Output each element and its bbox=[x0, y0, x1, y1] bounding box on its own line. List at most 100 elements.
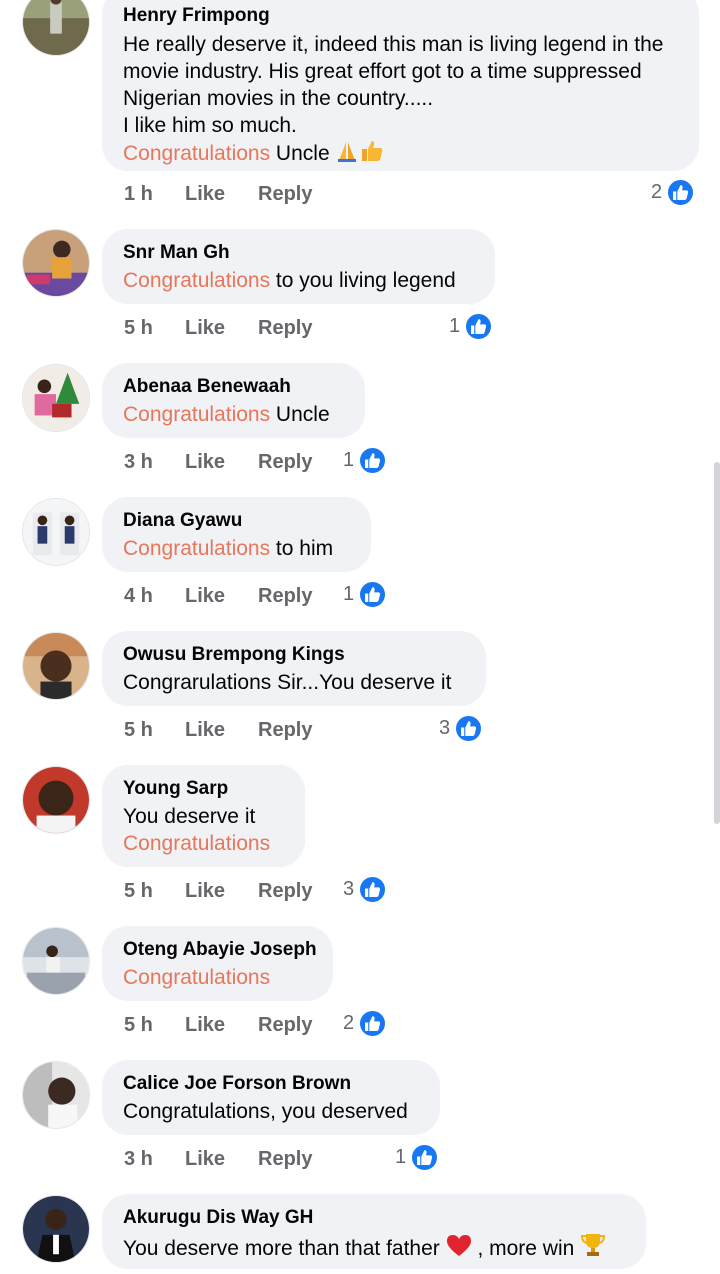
like-reaction-icon bbox=[358, 445, 388, 475]
keyword-congratulations: Congratulations bbox=[123, 537, 271, 560]
comment-bubble: Oteng Abayie Joseph Congratulations bbox=[102, 926, 333, 1001]
avatar[interactable] bbox=[22, 0, 90, 56]
comment-text: to you living legend bbox=[270, 269, 456, 292]
reply-link[interactable]: Reply bbox=[258, 447, 312, 477]
comment-author[interactable]: Akurugu Dis Way GH bbox=[123, 1206, 625, 1230]
comment-text-line: movie industry. His great effort got to … bbox=[123, 60, 642, 83]
reaction-summary[interactable]: 3 bbox=[343, 874, 388, 904]
comment-text-line: You deserve more than that father , more… bbox=[123, 1232, 625, 1265]
comment-text: Congratulations, you deserved bbox=[123, 1100, 408, 1123]
comment-bubble: Calice Joe Forson Brown Congratulations,… bbox=[102, 1060, 440, 1135]
comment-bubble: Henry Frimpong He really deserve it, ind… bbox=[102, 0, 699, 171]
reply-link[interactable]: Reply bbox=[258, 1144, 312, 1174]
reaction-summary[interactable]: 1 bbox=[395, 1142, 440, 1172]
trophy-emoji bbox=[580, 1232, 606, 1265]
comment-text: Uncle bbox=[270, 403, 330, 426]
like-link[interactable]: Like bbox=[185, 715, 225, 745]
like-link[interactable]: Like bbox=[185, 179, 225, 209]
like-reaction-icon bbox=[358, 579, 388, 609]
red-heart-emoji bbox=[446, 1234, 472, 1265]
comment-text: You deserve more than that father bbox=[123, 1237, 440, 1260]
reaction-count: 3 bbox=[343, 878, 355, 900]
like-link[interactable]: Like bbox=[185, 447, 225, 477]
folded-hands-emoji bbox=[335, 139, 359, 170]
avatar[interactable] bbox=[22, 1061, 90, 1129]
avatar[interactable] bbox=[22, 364, 90, 432]
avatar[interactable] bbox=[22, 632, 90, 700]
avatar[interactable] bbox=[22, 927, 90, 995]
comment-author[interactable]: Henry Frimpong bbox=[123, 4, 678, 28]
like-link[interactable]: Like bbox=[185, 1144, 225, 1174]
comment-time[interactable]: 5 h bbox=[124, 715, 153, 745]
keyword-congratulations: Congratulations bbox=[123, 142, 271, 165]
reply-link[interactable]: Reply bbox=[258, 313, 312, 343]
comment-author[interactable]: Young Sarp bbox=[123, 777, 284, 801]
reaction-summary[interactable]: 2 bbox=[651, 177, 696, 207]
avatar[interactable] bbox=[22, 229, 90, 297]
keyword-congratulations: Congratulations bbox=[123, 269, 271, 292]
comment-text-line: I like him so much. bbox=[123, 114, 297, 137]
comment-author[interactable]: Owusu Brempong Kings bbox=[123, 643, 465, 667]
comment-author[interactable]: Snr Man Gh bbox=[123, 241, 474, 265]
scrollbar[interactable] bbox=[714, 462, 720, 824]
keyword-congratulations: Congratulations bbox=[123, 832, 271, 855]
comment-time[interactable]: 1 h bbox=[124, 179, 153, 209]
comment-time[interactable]: 5 h bbox=[124, 876, 153, 906]
comment-time[interactable]: 3 h bbox=[124, 1144, 153, 1174]
like-reaction-icon bbox=[358, 1008, 388, 1038]
comment-bubble: Snr Man Gh Congratulations to you living… bbox=[102, 229, 495, 304]
comment-bubble: Abenaa Benewaah Congratulations Uncle bbox=[102, 363, 365, 438]
comment-text: , more win bbox=[471, 1237, 581, 1260]
reaction-count: 3 bbox=[439, 717, 451, 739]
thumbs-up-emoji bbox=[359, 139, 385, 170]
reaction-summary[interactable]: 1 bbox=[343, 445, 388, 475]
comment-author[interactable]: Diana Gyawu bbox=[123, 509, 350, 533]
reaction-count: 1 bbox=[343, 449, 355, 471]
avatar[interactable] bbox=[22, 766, 90, 834]
comment-text-line: Congratulations Uncle bbox=[123, 139, 678, 170]
comment-author[interactable]: Abenaa Benewaah bbox=[123, 375, 344, 399]
comment-author[interactable]: Oteng Abayie Joseph bbox=[123, 938, 317, 962]
like-link[interactable]: Like bbox=[185, 581, 225, 611]
reply-link[interactable]: Reply bbox=[258, 876, 312, 906]
keyword-congratulations: Congratulations bbox=[123, 966, 271, 989]
comment-text: to him bbox=[270, 537, 334, 560]
like-reaction-icon bbox=[410, 1142, 440, 1172]
avatar[interactable] bbox=[22, 1195, 90, 1263]
reply-link[interactable]: Reply bbox=[258, 581, 312, 611]
reaction-summary[interactable]: 1 bbox=[343, 579, 388, 609]
avatar[interactable] bbox=[22, 498, 90, 566]
keyword-congratulations: Congratulations bbox=[123, 403, 271, 426]
comment-text: Uncle bbox=[270, 142, 336, 165]
comment-text-line: Congratulations to you living legend bbox=[123, 267, 474, 294]
reaction-summary[interactable]: 3 bbox=[439, 713, 484, 743]
comment-text-line: He really deserve it, indeed this man is… bbox=[123, 33, 664, 56]
comment-time[interactable]: 5 h bbox=[124, 313, 153, 343]
comment-bubble: Diana Gyawu Congratulations to him bbox=[102, 497, 371, 572]
like-link[interactable]: Like bbox=[185, 1010, 225, 1040]
comment-text: You deserve it bbox=[123, 805, 256, 828]
reaction-count: 2 bbox=[343, 1012, 355, 1034]
comment-bubble: Akurugu Dis Way GH You deserve more than… bbox=[102, 1194, 646, 1269]
reply-link[interactable]: Reply bbox=[258, 715, 312, 745]
like-reaction-icon bbox=[666, 177, 696, 207]
reaction-summary[interactable]: 1 bbox=[449, 311, 494, 341]
like-reaction-icon bbox=[454, 713, 484, 743]
comment-text-line: Nigerian movies in the country..... bbox=[123, 87, 434, 110]
reaction-count: 1 bbox=[449, 315, 461, 337]
comment-time[interactable]: 3 h bbox=[124, 447, 153, 477]
reply-link[interactable]: Reply bbox=[258, 1010, 312, 1040]
reply-link[interactable]: Reply bbox=[258, 179, 312, 209]
comment-text-line: Congratulations Uncle bbox=[123, 401, 344, 428]
comment-time[interactable]: 4 h bbox=[124, 581, 153, 611]
comment-bubble: Owusu Brempong Kings Congrarulations Sir… bbox=[102, 631, 486, 706]
reaction-count: 2 bbox=[651, 181, 663, 203]
like-reaction-icon bbox=[358, 874, 388, 904]
like-reaction-icon bbox=[464, 311, 494, 341]
comment-bubble: Young Sarp You deserve it Congratulation… bbox=[102, 765, 305, 867]
like-link[interactable]: Like bbox=[185, 876, 225, 906]
comment-author[interactable]: Calice Joe Forson Brown bbox=[123, 1072, 419, 1096]
reaction-summary[interactable]: 2 bbox=[343, 1008, 388, 1038]
comment-time[interactable]: 5 h bbox=[124, 1010, 153, 1040]
like-link[interactable]: Like bbox=[185, 313, 225, 343]
